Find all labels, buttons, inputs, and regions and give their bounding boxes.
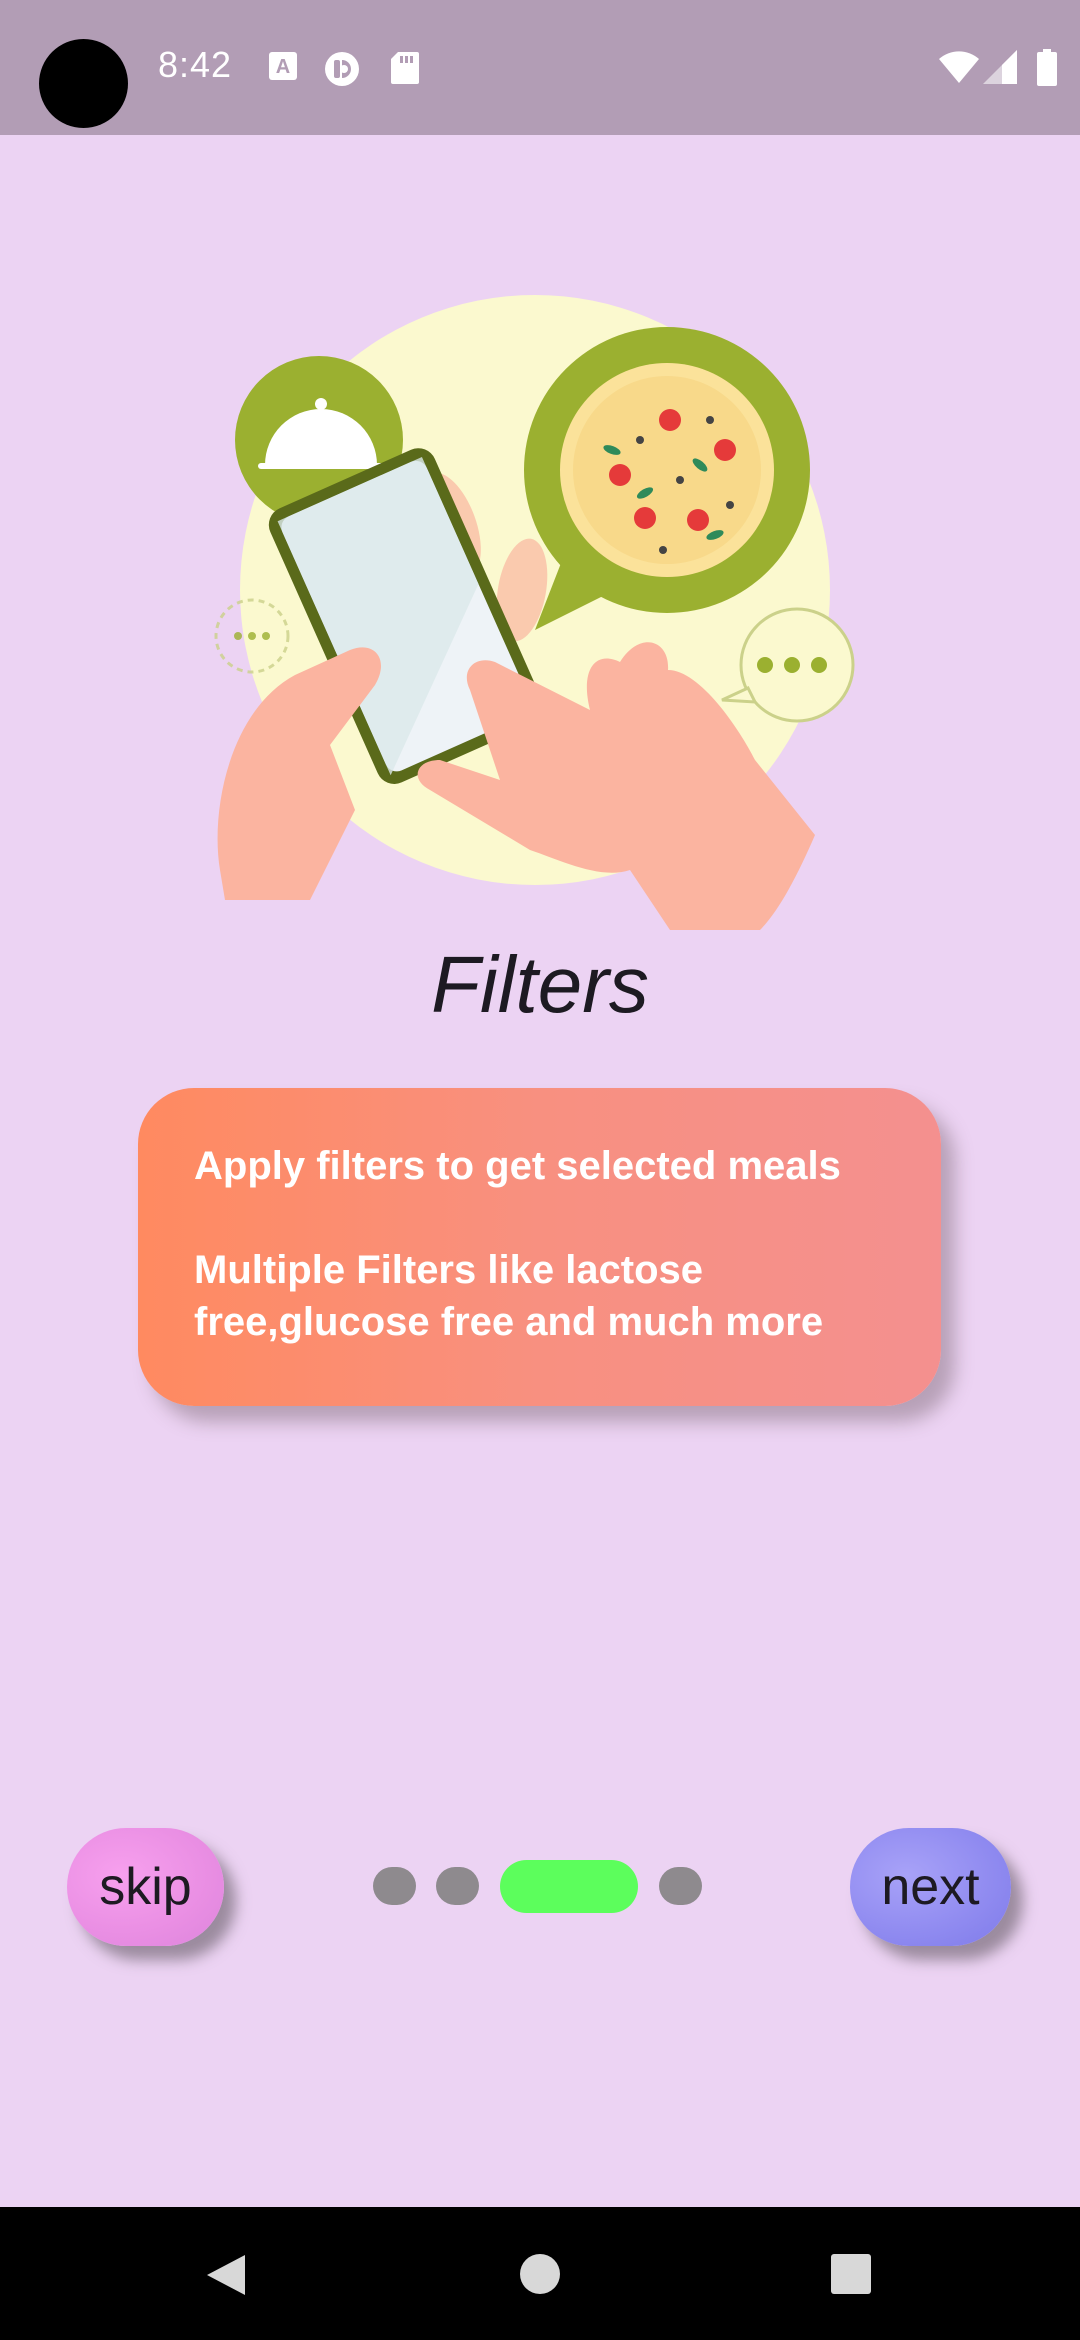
status-time: 8:42 [158, 44, 233, 85]
description-line-2: Multiple Filters like lactose free,gluco… [194, 1248, 824, 1344]
page-indicator-dot-1[interactable] [373, 1867, 416, 1905]
camera-cutout [39, 39, 128, 128]
battery-icon [1037, 49, 1057, 86]
back-triangle-icon[interactable] [203, 2252, 249, 2298]
home-circle-icon[interactable] [518, 2252, 562, 2296]
page-indicator-dot-4[interactable] [659, 1867, 702, 1905]
next-button[interactable]: next [850, 1828, 1011, 1946]
wifi-icon [939, 51, 979, 83]
hands-phone-food-order-illustration [214, 295, 855, 930]
recents-square-icon[interactable] [829, 2252, 873, 2296]
page-indicator-dot-active[interactable] [500, 1860, 638, 1913]
sync-circle-icon [325, 52, 359, 86]
description-line-1: Apply filters to get selected meals [194, 1144, 841, 1188]
page-title: Filters [431, 940, 649, 1029]
page-indicator-dot-2[interactable] [436, 1867, 479, 1905]
description-card: Apply filters to get selected meals Mult… [138, 1088, 941, 1406]
status-bar: 8:42 A [0, 0, 1080, 135]
sd-card-icon [391, 52, 419, 84]
font-a-icon: A [269, 52, 297, 80]
cell-signal-icon [983, 50, 1017, 84]
svg-text:A: A [276, 56, 290, 78]
skip-button[interactable]: skip [67, 1828, 224, 1946]
